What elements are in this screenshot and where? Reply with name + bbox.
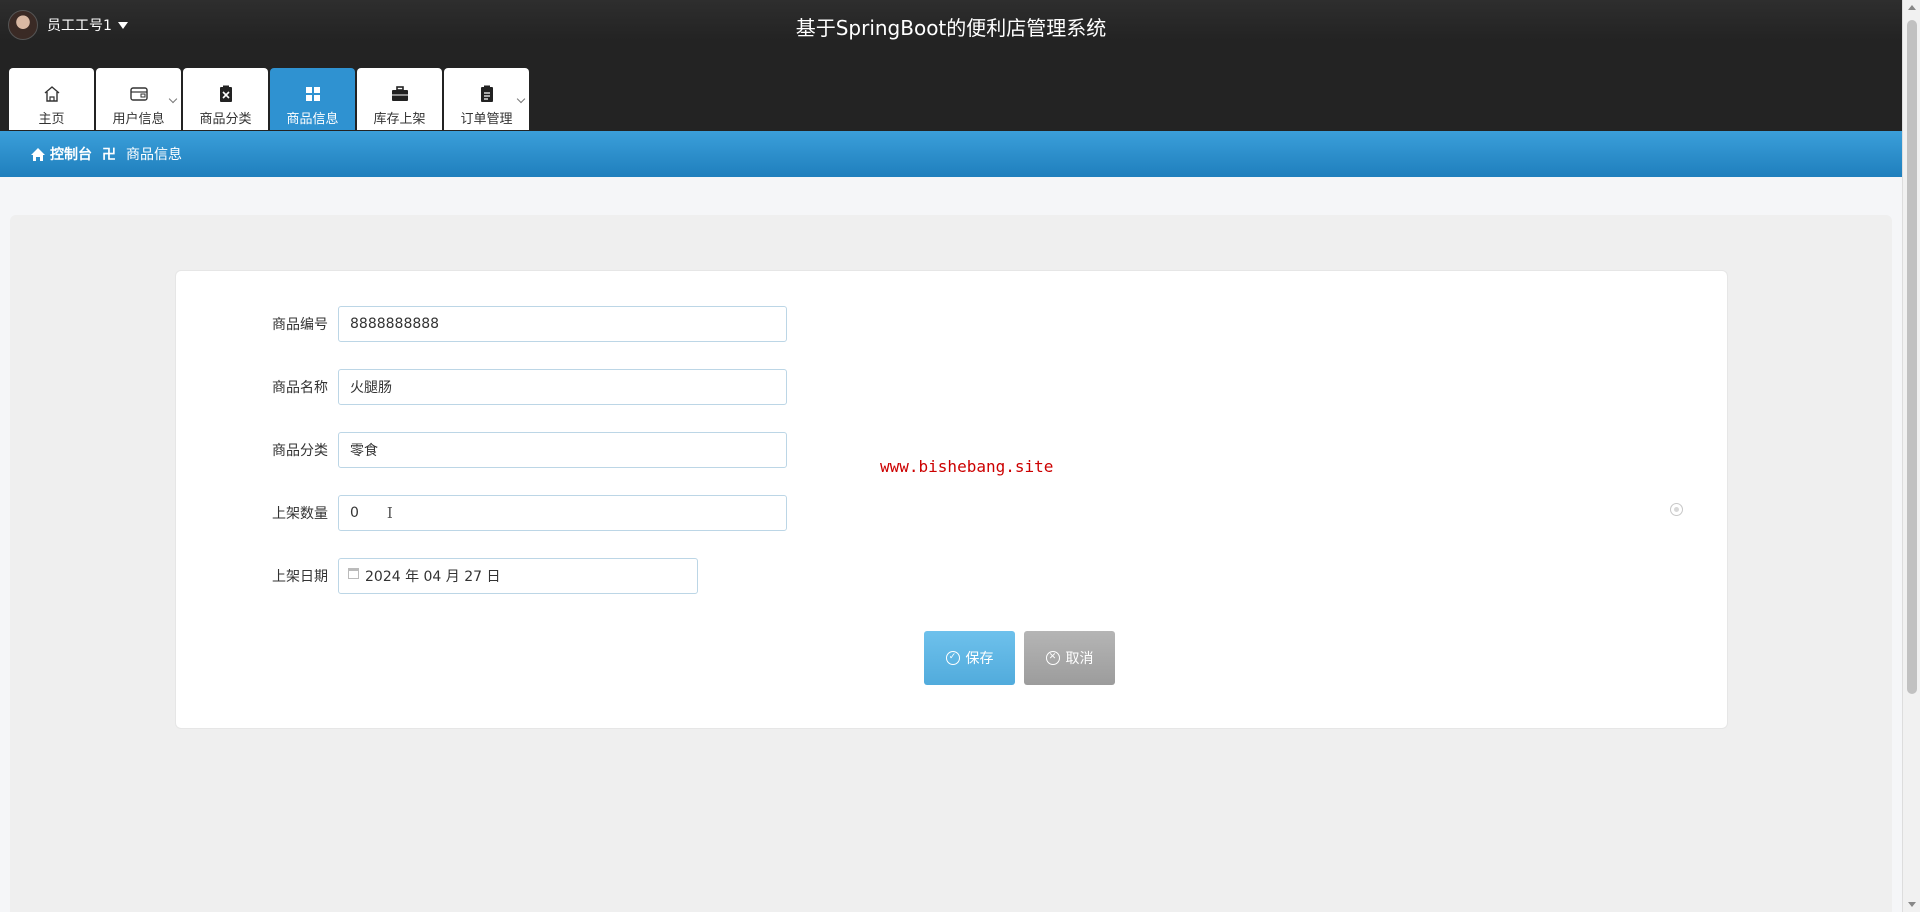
tab-user-info[interactable]: 用户信息 [96,68,181,130]
wallet-icon [129,80,149,108]
tab-product-category[interactable]: 商品分类 [183,68,268,130]
check-circle-icon: ✓ [945,651,960,665]
circle-dot-icon [1670,503,1683,516]
tab-label: 用户信息 [112,112,165,127]
product-category-input[interactable]: 零食 [338,432,787,468]
breadcrumb: 控制台 卍 商品信息 [0,131,1902,177]
shelf-date-value: 2024 年 04 月 27 日 [365,569,501,585]
clipboard-icon [479,80,495,108]
shelf-quantity-input[interactable]: 0 I [338,495,787,531]
briefcase-icon [391,80,409,108]
form-row-shelf-date: 上架日期 2024 年 04 月 27 日 [176,558,698,594]
product-form: 商品编号 8888888888 商品名称 火腿肠 商品分类 零食 上架数量 0 … [175,270,1728,729]
scrollbar-thumb[interactable] [1907,20,1917,694]
cancel-button-label: 取消 [1065,651,1094,667]
home-icon [31,147,45,161]
save-button-label: 保存 [965,651,994,667]
system-title: 基于SpringBoot的便利店管理系统 [795,16,1107,40]
shelf-date-picker[interactable]: 2024 年 04 月 27 日 [338,558,698,594]
form-row-shelf-quantity: 上架数量 0 I [176,495,787,531]
breadcrumb-separator: 卍 [102,147,116,163]
form-row-product-name: 商品名称 火腿肠 [176,369,787,405]
field-label: 上架日期 [272,569,328,585]
tab-label: 商品信息 [286,112,339,127]
chevron-down-icon [516,94,526,104]
calendar-icon [348,567,359,579]
scroll-up-icon[interactable] [1908,5,1916,10]
field-label: 商品分类 [272,443,328,459]
breadcrumb-home-label: 控制台 [50,147,92,163]
watermark-text: www.bishebang.site [880,457,1054,476]
clipboard-x-icon [218,80,234,108]
home-icon [43,80,61,108]
text-cursor-icon: I [386,504,393,522]
cancel-button[interactable]: ✕ 取消 [1024,631,1115,685]
grid-icon [304,80,322,108]
breadcrumb-home[interactable]: 控制台 [30,144,92,164]
tab-label: 订单管理 [460,112,513,127]
field-label: 商品编号 [272,317,328,333]
form-row-product-code: 商品编号 8888888888 [176,306,787,342]
shelf-quantity-value: 0 [350,505,359,521]
breadcrumb-current: 商品信息 [126,147,182,163]
product-name-input[interactable]: 火腿肠 [338,369,787,405]
tab-stock-shelving[interactable]: 库存上架 [357,68,442,130]
product-code-input[interactable]: 8888888888 [338,306,787,342]
tab-label: 库存上架 [373,112,426,127]
tab-home[interactable]: 主页 [9,68,94,130]
field-label: 商品名称 [272,380,328,396]
vertical-scrollbar[interactable] [1902,0,1920,912]
close-circle-icon: ✕ [1045,651,1060,665]
form-row-product-category: 商品分类 零食 [176,432,787,468]
nav-tabs: 主页 用户信息 商品分类 商品信息 库存上架 订单管理 [9,68,531,130]
save-button[interactable]: ✓ 保存 [924,631,1015,685]
tab-label: 主页 [38,112,65,127]
top-bar: 员工工号1 基于SpringBoot的便利店管理系统 主页 用户信息 商品分类 [0,0,1902,132]
tab-label: 商品分类 [199,112,252,127]
field-label: 上架数量 [272,506,328,522]
chevron-down-icon [168,94,178,104]
scroll-down-icon[interactable] [1908,902,1916,907]
tab-order-management[interactable]: 订单管理 [444,68,529,130]
tab-product-info[interactable]: 商品信息 [270,68,355,130]
